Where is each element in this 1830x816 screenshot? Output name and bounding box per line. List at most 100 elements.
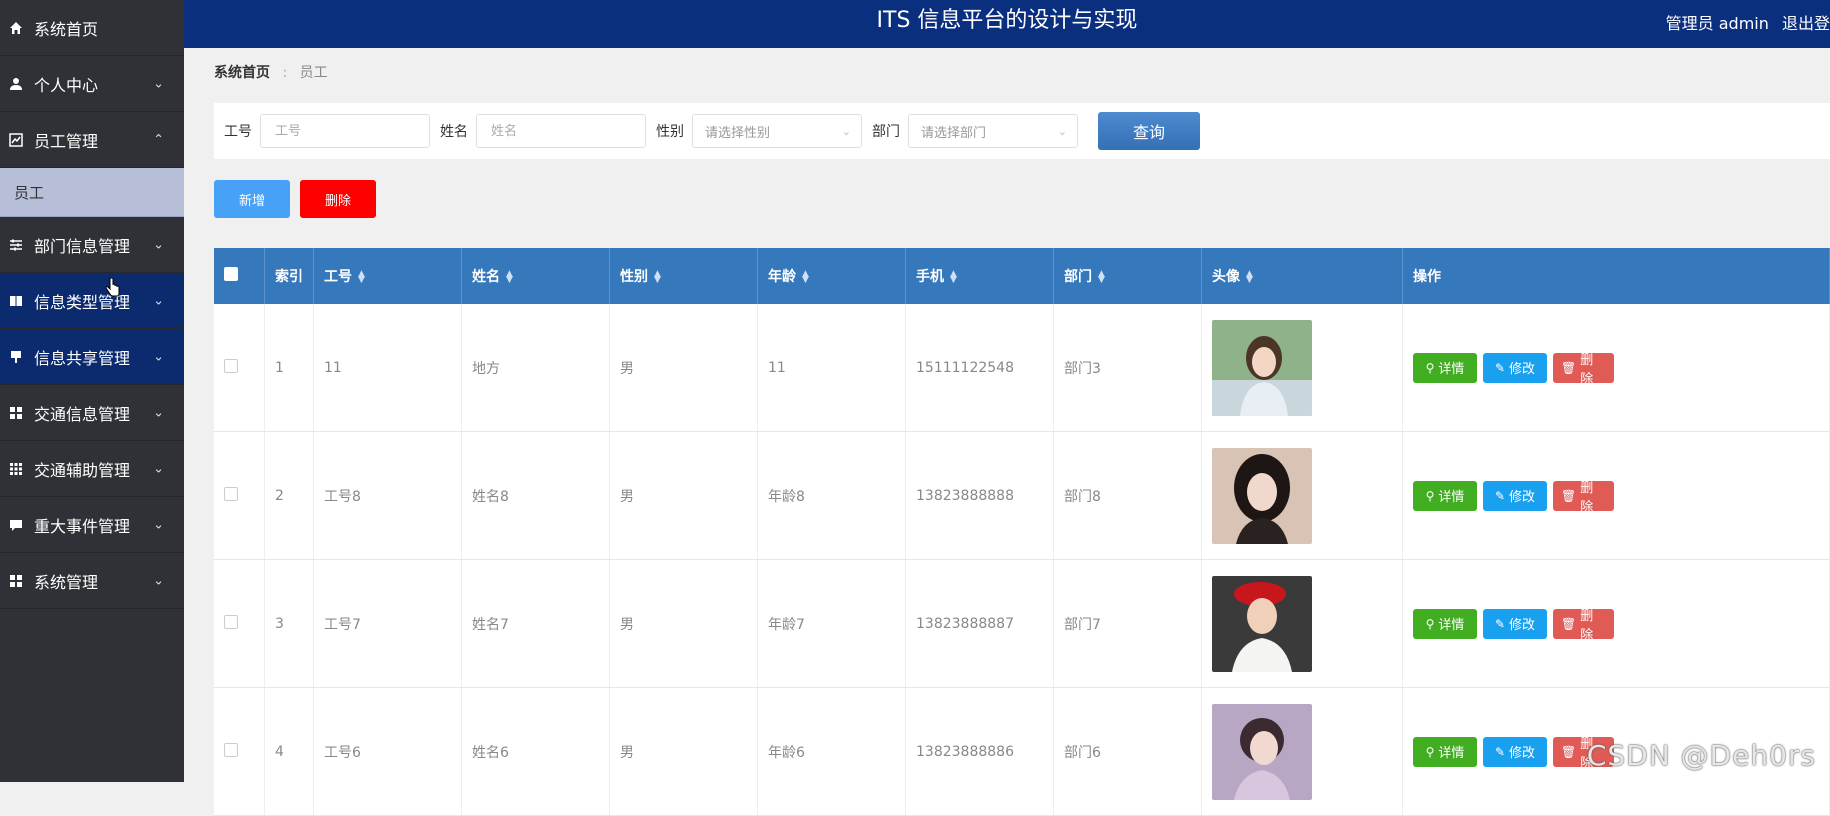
delete-label: 删除 — [1580, 480, 1594, 515]
sidebar-subitem-employee[interactable]: 员工 — [0, 168, 184, 217]
row-checkbox[interactable] — [224, 358, 238, 373]
cell-dept: 部门7 — [1053, 559, 1202, 688]
cell-dept: 部门6 — [1053, 687, 1202, 816]
cell-avatar — [1201, 687, 1403, 816]
sidebar-item-info-type[interactable]: 信息类型管理 ⌄ — [0, 273, 184, 329]
chevron-down-icon: ⌄ — [153, 349, 164, 364]
chevron-down-icon: ⌄ — [153, 405, 164, 420]
cell-jobno: 工号7 — [313, 559, 462, 688]
detail-button[interactable]: ⚲ 详情 — [1413, 352, 1477, 383]
chevron-down-icon: ⌄ — [153, 573, 164, 588]
detail-label: 详情 — [1438, 618, 1465, 633]
cell-index: 4 — [264, 687, 314, 816]
sidebar-item-profile[interactable]: 个人中心 ⌄ — [0, 56, 184, 112]
sliders-icon — [8, 237, 24, 253]
detail-button[interactable]: ⚲ 详情 — [1413, 480, 1477, 511]
jobno-input-box — [260, 114, 430, 148]
gender-select-placeholder: 请选择性别 — [705, 125, 771, 141]
detail-button[interactable]: ⚲ 详情 — [1413, 736, 1477, 767]
detail-button[interactable]: ⚲ 详情 — [1413, 608, 1477, 639]
cell-gender: 男 — [609, 559, 758, 688]
chevron-down-icon: ⌄ — [153, 237, 164, 252]
col-jobno[interactable]: 工号 ▲ ▼ — [313, 248, 462, 304]
cell-dept: 部门3 — [1053, 304, 1202, 432]
delete-label: 删除 — [1580, 608, 1594, 643]
cell-actions: ⚲ 详情 ✎ 修改 🗑 删除 — [1402, 431, 1830, 560]
col-label: 工号 — [324, 269, 352, 285]
chevron-down-icon: ⌄ — [153, 293, 164, 308]
col-index: 索引 — [264, 248, 314, 304]
avatar — [1212, 447, 1312, 544]
cell-actions: ⚲ 详情 ✎ 修改 🗑 删除 — [1402, 559, 1830, 688]
avatar — [1212, 703, 1312, 800]
add-button[interactable]: 新增 — [214, 180, 290, 218]
sidebar-item-traffic-aid[interactable]: 交通辅助管理 ⌄ — [0, 441, 184, 497]
col-phone[interactable]: 手机 ▲ ▼ — [905, 248, 1054, 304]
edit-button[interactable]: ✎ 修改 — [1483, 736, 1547, 767]
delete-button[interactable]: 🗑 删除 — [1553, 608, 1614, 643]
sort-icon: ▲ ▼ — [950, 269, 957, 285]
batch-delete-button[interactable]: 删除 — [300, 180, 376, 218]
sort-icon: ▲ ▼ — [1246, 269, 1253, 285]
dept-select[interactable]: 请选择部门 ⌄ — [908, 114, 1078, 148]
edit-button[interactable]: ✎ 修改 — [1483, 608, 1547, 639]
sidebar-item-home[interactable]: 系统首页 — [0, 0, 184, 56]
row-checkbox[interactable] — [224, 742, 238, 757]
col-avatar[interactable]: 头像 ▲ ▼ — [1201, 248, 1403, 304]
main-content: 系统首页 : 员工 工号 姓名 性别 请选择性别 ⌄ 部门 请选择部门 ⌄ 查询… — [184, 48, 1830, 816]
row-checkbox[interactable] — [224, 614, 238, 629]
search-label-gender: 性别 — [656, 124, 684, 140]
col-age[interactable]: 年龄 ▲ ▼ — [757, 248, 906, 304]
name-input[interactable] — [489, 122, 633, 140]
sidebar-item-label: 系统首页 — [34, 19, 99, 39]
edit-button[interactable]: ✎ 修改 — [1483, 352, 1547, 383]
gender-select[interactable]: 请选择性别 ⌄ — [692, 114, 862, 148]
breadcrumb: 系统首页 : 员工 — [214, 62, 328, 82]
book-icon — [8, 293, 24, 309]
sidebar-item-major-event[interactable]: 重大事件管理 ⌄ — [0, 497, 184, 553]
select-all-cell — [214, 248, 265, 304]
col-dept[interactable]: 部门 ▲ ▼ — [1053, 248, 1202, 304]
cell-jobno: 11 — [313, 304, 462, 432]
sidebar-item-staff[interactable]: 员工管理 ⌃ — [0, 112, 184, 168]
select-all-checkbox[interactable] — [224, 267, 238, 281]
detail-label: 详情 — [1438, 490, 1465, 505]
trash-icon: 🗑 — [1561, 744, 1577, 759]
sidebar-item-system[interactable]: 系统管理 ⌄ — [0, 553, 184, 609]
row-select-cell — [214, 431, 265, 560]
name-input-box — [476, 114, 646, 148]
col-label: 手机 — [916, 269, 944, 285]
sidebar-item-info-share[interactable]: 信息共享管理 ⌄ — [0, 329, 184, 385]
sidebar-item-label: 信息共享管理 — [34, 348, 131, 368]
cell-name: 姓名8 — [461, 431, 610, 560]
logout-link[interactable]: 退出登 — [1782, 14, 1830, 33]
sidebar-item-label: 个人中心 — [34, 75, 99, 95]
search-label-dept: 部门 — [872, 124, 900, 140]
query-button[interactable]: 查询 — [1098, 112, 1200, 150]
comment-icon — [8, 517, 24, 533]
cell-phone: 13823888887 — [905, 559, 1054, 688]
chevron-down-icon: ⌄ — [1057, 124, 1067, 138]
row-select-cell — [214, 687, 265, 816]
edit-button[interactable]: ✎ 修改 — [1483, 480, 1547, 511]
grid-icon — [8, 405, 24, 421]
col-gender[interactable]: 性别 ▲ ▼ — [609, 248, 758, 304]
cell-avatar — [1201, 559, 1403, 688]
sidebar-subitem-label: 员工 — [14, 183, 45, 202]
sidebar-item-dept[interactable]: 部门信息管理 ⌄ — [0, 217, 184, 273]
edit-label: 修改 — [1509, 490, 1536, 505]
row-checkbox[interactable] — [224, 486, 238, 501]
home-icon — [8, 20, 24, 36]
pencil-icon: ✎ — [1494, 616, 1506, 631]
delete-button[interactable]: 🗑 删除 — [1553, 352, 1614, 387]
breadcrumb-home[interactable]: 系统首页 — [214, 65, 270, 81]
trash-icon: 🗑 — [1561, 360, 1577, 375]
cell-jobno: 工号6 — [313, 687, 462, 816]
chevron-down-icon: ⌄ — [153, 517, 164, 532]
col-name[interactable]: 姓名 ▲ ▼ — [461, 248, 610, 304]
jobno-input[interactable] — [273, 122, 417, 140]
sidebar-item-traffic-info[interactable]: 交通信息管理 ⌄ — [0, 385, 184, 441]
col-label: 姓名 — [472, 269, 500, 285]
delete-button[interactable]: 🗑 删除 — [1553, 480, 1614, 515]
delete-label: 删除 — [1580, 352, 1594, 387]
